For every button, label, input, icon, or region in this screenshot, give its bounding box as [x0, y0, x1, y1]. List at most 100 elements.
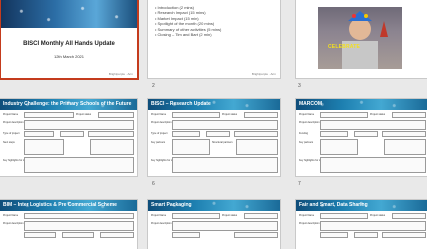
form-field	[320, 131, 348, 137]
slide-number: 3	[298, 83, 301, 89]
form-field	[172, 131, 200, 137]
form-label: Type of project	[3, 132, 20, 135]
slide-thumbnail-3[interactable]: CELEBRATE	[296, 0, 427, 78]
form-field	[320, 139, 358, 155]
slide-banner: Fair and Smart, Data Sharing	[296, 200, 427, 211]
form-field	[24, 221, 134, 231]
form-field	[88, 131, 134, 137]
slide-banner-title: Smart Packaging	[151, 202, 192, 208]
form-field	[244, 112, 278, 118]
form-label: Project Name	[151, 214, 167, 217]
form-label: Project Name	[151, 113, 167, 116]
slide-thumbnail-8[interactable]: Smart Packaging Project Name Project sta…	[148, 200, 280, 249]
form-label: Project Name	[299, 214, 315, 217]
form-field	[100, 232, 134, 238]
form-label: Project status	[222, 113, 238, 116]
slide-sorter-grid: BISCI Monthly All Hands Update 12th Marc…	[0, 0, 427, 249]
form-field	[172, 232, 200, 238]
form-field	[354, 232, 378, 238]
form-field	[384, 139, 426, 155]
slide-thumbnail-7[interactable]: BIM – Inter Logistics & Pre Commercial S…	[0, 200, 137, 249]
form-field	[172, 120, 278, 130]
form-label: Project Name	[3, 113, 19, 116]
slide-footer: Brightpurple · Arm	[251, 72, 276, 76]
slide-thumbnail-4[interactable]: Industry Challenge: the Primary Schools …	[0, 99, 137, 176]
slide-banner: BISCI – Research Update	[148, 99, 280, 110]
form-label: Structural partners	[212, 141, 233, 144]
form-label: Project status	[370, 113, 386, 116]
form-field	[382, 232, 426, 238]
form-field	[24, 213, 134, 219]
form-label: Project description	[151, 121, 172, 124]
agenda-item: • Closing – Tim and Bart (2 min)	[155, 32, 212, 38]
form-field	[234, 232, 278, 238]
slide-number: 7	[298, 181, 301, 187]
slide-banner: Industry Challenge: the Primary Schools …	[0, 99, 137, 110]
slide-thumbnail-9[interactable]: Fair and Smart, Data Sharing Project Nam…	[296, 200, 427, 249]
form-label: Type of project	[151, 132, 168, 135]
slide-banner-title: MARCOM	[299, 101, 323, 107]
form-field	[392, 112, 426, 118]
form-field	[98, 112, 134, 118]
form-field	[236, 139, 278, 155]
slide-number: 6	[152, 181, 155, 187]
slide-footer: Brightpurple · Arm	[108, 72, 133, 76]
form-label: Key partners	[299, 141, 314, 144]
form-field	[320, 221, 426, 231]
form-field	[24, 131, 54, 137]
slide-thumbnail-6[interactable]: MARCOM Project Name Project status Proje…	[296, 99, 427, 176]
form-field	[24, 232, 56, 238]
form-label: Project status	[222, 214, 238, 217]
form-field	[24, 120, 134, 130]
slide-title: BISCI Monthly All Hands Update	[23, 41, 115, 47]
form-label: Project description	[3, 222, 24, 225]
agenda-item: • Spotlight of the month (20 mins)	[155, 21, 215, 27]
form-field	[172, 157, 278, 173]
title-banner-image	[1, 0, 137, 28]
form-field	[172, 221, 278, 231]
celebration-photo: CELEBRATE	[318, 7, 402, 69]
form-label: Project description	[3, 121, 24, 124]
form-label: Project description	[299, 121, 320, 124]
form-field	[24, 139, 64, 155]
form-label: Key partners	[151, 141, 166, 144]
photo-illustration	[342, 11, 388, 69]
form-field	[320, 157, 426, 173]
slide-date: 12th March 2021	[53, 54, 85, 59]
form-field	[234, 131, 278, 137]
slide-banner: MARCOM	[296, 99, 427, 110]
form-label: Project description	[299, 222, 320, 225]
form-label: Project status	[76, 113, 92, 116]
form-label: Project status	[370, 214, 386, 217]
form-label: Project description	[151, 222, 172, 225]
form-field	[206, 131, 230, 137]
slide-banner: Smart Packaging	[148, 200, 280, 211]
form-field	[24, 157, 134, 173]
agenda-list: • Introduction (2 mins) • Research Impac…	[155, 5, 221, 37]
form-field	[320, 112, 368, 118]
form-label: Project Name	[299, 113, 315, 116]
slide-banner-title: BIM – Inter Logistics & Pre Commercial S…	[3, 202, 117, 208]
form-field	[320, 120, 426, 130]
form-field	[172, 213, 220, 219]
form-field	[320, 232, 348, 238]
form-field	[62, 232, 94, 238]
form-field	[392, 213, 426, 219]
form-field	[244, 213, 278, 219]
form-field	[60, 131, 84, 137]
form-label: Project Name	[3, 214, 19, 217]
slide-banner: BIM – Inter Logistics & Pre Commercial S…	[0, 200, 137, 211]
slide-number: 2	[152, 83, 155, 89]
slide-thumbnail-5[interactable]: BISCI – Research Update Project Name Pro…	[148, 99, 280, 176]
form-field	[320, 213, 368, 219]
form-field	[172, 139, 210, 155]
slide-banner-title: Fair and Smart, Data Sharing	[299, 202, 368, 208]
form-label: Funding	[299, 132, 309, 135]
form-field	[90, 139, 134, 155]
slide-thumbnail-2[interactable]: • Introduction (2 mins) • Research Impac…	[148, 0, 280, 78]
slide-thumbnail-1[interactable]: BISCI Monthly All Hands Update 12th Marc…	[1, 0, 137, 78]
form-field	[382, 131, 426, 137]
form-field	[172, 112, 220, 118]
form-field	[24, 112, 74, 118]
form-label: Next steps	[3, 141, 15, 144]
